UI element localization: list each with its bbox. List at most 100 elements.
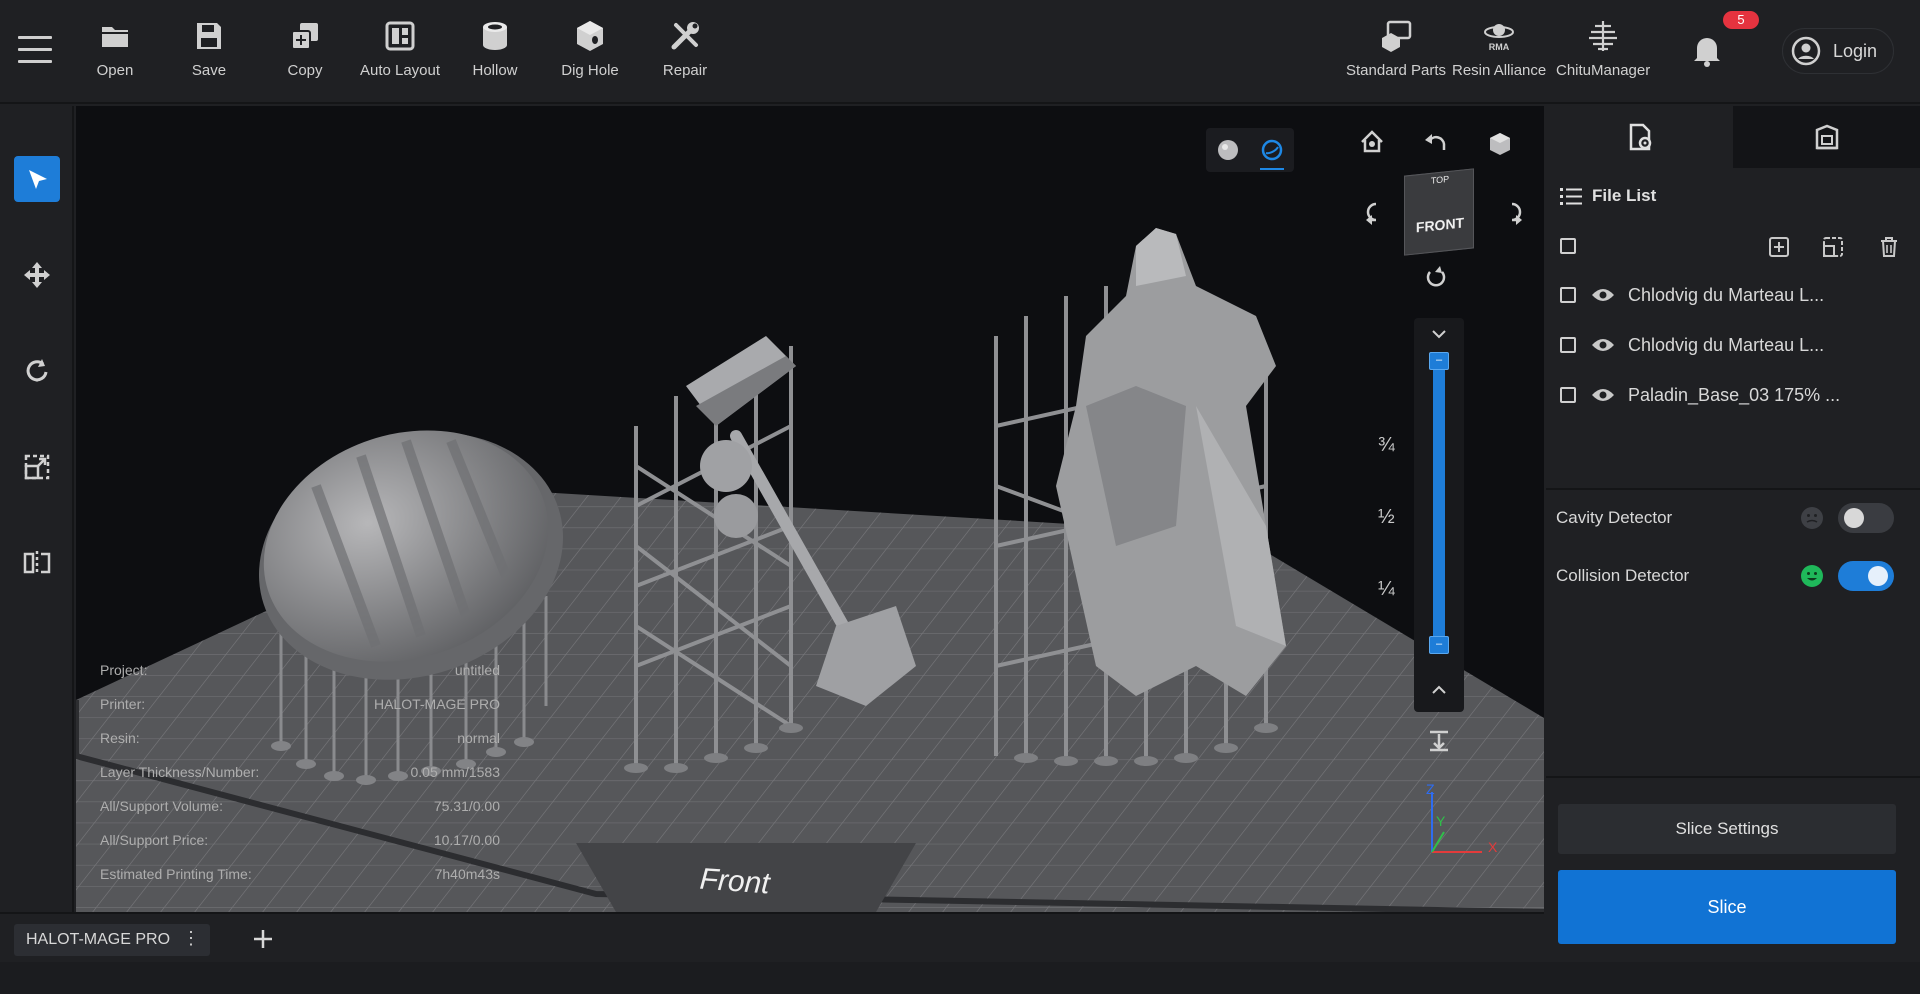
eye-icon[interactable] (1590, 337, 1616, 353)
slider-bottom-handle[interactable]: – (1429, 636, 1449, 654)
hollow-button[interactable]: Hollow (447, 18, 543, 80)
iso-view-icon[interactable] (1486, 128, 1514, 156)
file-list-item[interactable]: Chlodvig du Marteau L... (1546, 270, 1920, 320)
standard-parts-label: Standard Parts (1346, 62, 1447, 79)
select-all-checkbox[interactable] (1560, 238, 1576, 254)
cavity-detector-row: Cavity Detector (1546, 498, 1920, 538)
auto-layout-label: Auto Layout (359, 62, 441, 79)
layout-icon (385, 21, 415, 51)
save-icon (197, 23, 221, 49)
dig-hole-icon (577, 21, 603, 51)
rotate-right-view-icon[interactable] (1502, 198, 1530, 226)
auto-layout-button[interactable]: Auto Layout (352, 18, 448, 80)
dig-hole-button[interactable]: Dig Hole (542, 18, 638, 80)
svg-text:RMA: RMA (1489, 42, 1510, 52)
copy-label: Copy (287, 62, 323, 79)
slice-button[interactable]: Slice (1558, 870, 1896, 944)
xray-sphere-icon[interactable] (1260, 138, 1284, 162)
file-list-title: File List (1592, 186, 1657, 205)
3d-viewport[interactable]: Front TOP FRONT – – ¾ ½ ¼ Z X Y Project:… (76, 106, 1544, 912)
move-tool-button[interactable] (14, 252, 60, 298)
info-row-resin: Resin: normal (100, 730, 500, 746)
resin-alliance-button[interactable]: RMA Resin Alliance (1452, 18, 1546, 80)
top-toolbar: Open Save Copy Auto Layout Hollow Dig Ho… (0, 0, 1920, 104)
scale-tool-button[interactable] (14, 444, 60, 490)
parts-icon (1382, 20, 1412, 52)
bell-icon[interactable] (1690, 32, 1724, 68)
arrange-icon[interactable] (1822, 236, 1844, 258)
eye-icon[interactable] (1590, 287, 1616, 303)
select-tool-button[interactable] (14, 156, 60, 202)
open-label: Open (96, 62, 134, 79)
slider-tick-3-4: ¾ (1378, 434, 1395, 456)
info-row-price: All/Support Price: 10.17/0.00 (100, 832, 500, 848)
svg-text:X: X (1488, 839, 1498, 855)
login-label: Login (1833, 40, 1878, 61)
open-button[interactable]: Open (67, 18, 163, 80)
undo-view-icon[interactable] (1422, 128, 1450, 156)
file-list-item[interactable]: Paladin_Base_03 175% ... (1546, 370, 1920, 420)
neutral-face-icon (1801, 507, 1823, 529)
move-icon (24, 262, 50, 288)
eye-icon[interactable] (1590, 387, 1616, 403)
side-panel-tabs (1546, 106, 1920, 168)
printer-tab[interactable]: HALOT-MAGE PRO ⋮ (14, 924, 210, 956)
solid-sphere-icon[interactable] (1216, 138, 1240, 162)
scale-icon (24, 454, 50, 480)
resin-alliance-label: Resin Alliance (1452, 62, 1547, 79)
info-row-time: Estimated Printing Time: 7h40m43s (100, 866, 500, 882)
repair-button[interactable]: Repair (637, 18, 733, 80)
delete-icon[interactable] (1878, 236, 1900, 258)
slice-settings-button[interactable]: Slice Settings (1558, 804, 1896, 854)
add-file-icon[interactable] (1768, 236, 1790, 258)
file-checkbox[interactable] (1560, 387, 1576, 403)
side-panel: File List Chlodvig du Marteau L... Chlod… (1546, 106, 1920, 994)
view-cube[interactable]: TOP FRONT (1404, 168, 1474, 256)
collision-detector-toggle[interactable] (1838, 561, 1894, 591)
chitu-icon (1589, 21, 1618, 51)
mirror-tool-button[interactable] (14, 540, 60, 586)
tab-printer[interactable] (1733, 106, 1920, 168)
printer-tab-label: HALOT-MAGE PRO (26, 931, 171, 948)
layer-slider[interactable]: – – (1414, 318, 1464, 712)
chitu-manager-button[interactable]: ChituManager (1556, 18, 1650, 80)
tab-file-list[interactable] (1546, 106, 1733, 168)
add-tab-icon[interactable] (248, 924, 278, 954)
save-button[interactable]: Save (161, 18, 257, 80)
dig-hole-label: Dig Hole (561, 62, 619, 79)
home-view-icon[interactable] (1358, 128, 1386, 156)
file-list: Chlodvig du Marteau L... Chlodvig du Mar… (1546, 270, 1920, 406)
copy-button[interactable]: Copy (257, 18, 353, 80)
front-plate-label: Front (699, 863, 773, 901)
view-cube-top: TOP (1430, 173, 1450, 186)
rotate-down-view-icon[interactable] (1422, 262, 1450, 290)
menu-icon[interactable] (18, 36, 52, 66)
cavity-detector-toggle[interactable] (1838, 503, 1894, 533)
slider-top-handle[interactable]: – (1429, 352, 1449, 370)
notification-badge: 5 (1723, 11, 1759, 29)
standard-parts-button[interactable]: Standard Parts (1346, 18, 1446, 80)
layer-height-icon[interactable] (1426, 728, 1452, 754)
file-checkbox[interactable] (1560, 287, 1576, 303)
more-options-icon[interactable]: ⋮ (182, 928, 200, 949)
chevron-up-icon[interactable] (1430, 684, 1448, 696)
chevron-down-icon[interactable] (1430, 328, 1448, 340)
slider-track (1433, 360, 1445, 644)
mirror-icon (23, 551, 51, 575)
file-list-header: File List (1546, 168, 1920, 224)
chitu-manager-label: ChituManager (1556, 62, 1651, 79)
save-label: Save (191, 62, 227, 79)
slider-tick-1-2: ½ (1378, 506, 1395, 528)
user-icon (1791, 36, 1821, 66)
file-list-item[interactable]: Chlodvig du Marteau L... (1546, 320, 1920, 370)
folder-icon (102, 27, 128, 47)
file-checkbox[interactable] (1560, 337, 1576, 353)
rotate-tool-button[interactable] (14, 348, 60, 394)
active-indicator (1260, 168, 1284, 170)
repair-icon (671, 22, 699, 50)
view-cube-front: FRONT (1415, 214, 1465, 236)
render-mode-toggle (1206, 128, 1294, 172)
cavity-detector-label: Cavity Detector (1556, 508, 1673, 527)
rotate-left-view-icon[interactable] (1358, 198, 1386, 226)
login-button[interactable]: Login (1782, 28, 1894, 74)
